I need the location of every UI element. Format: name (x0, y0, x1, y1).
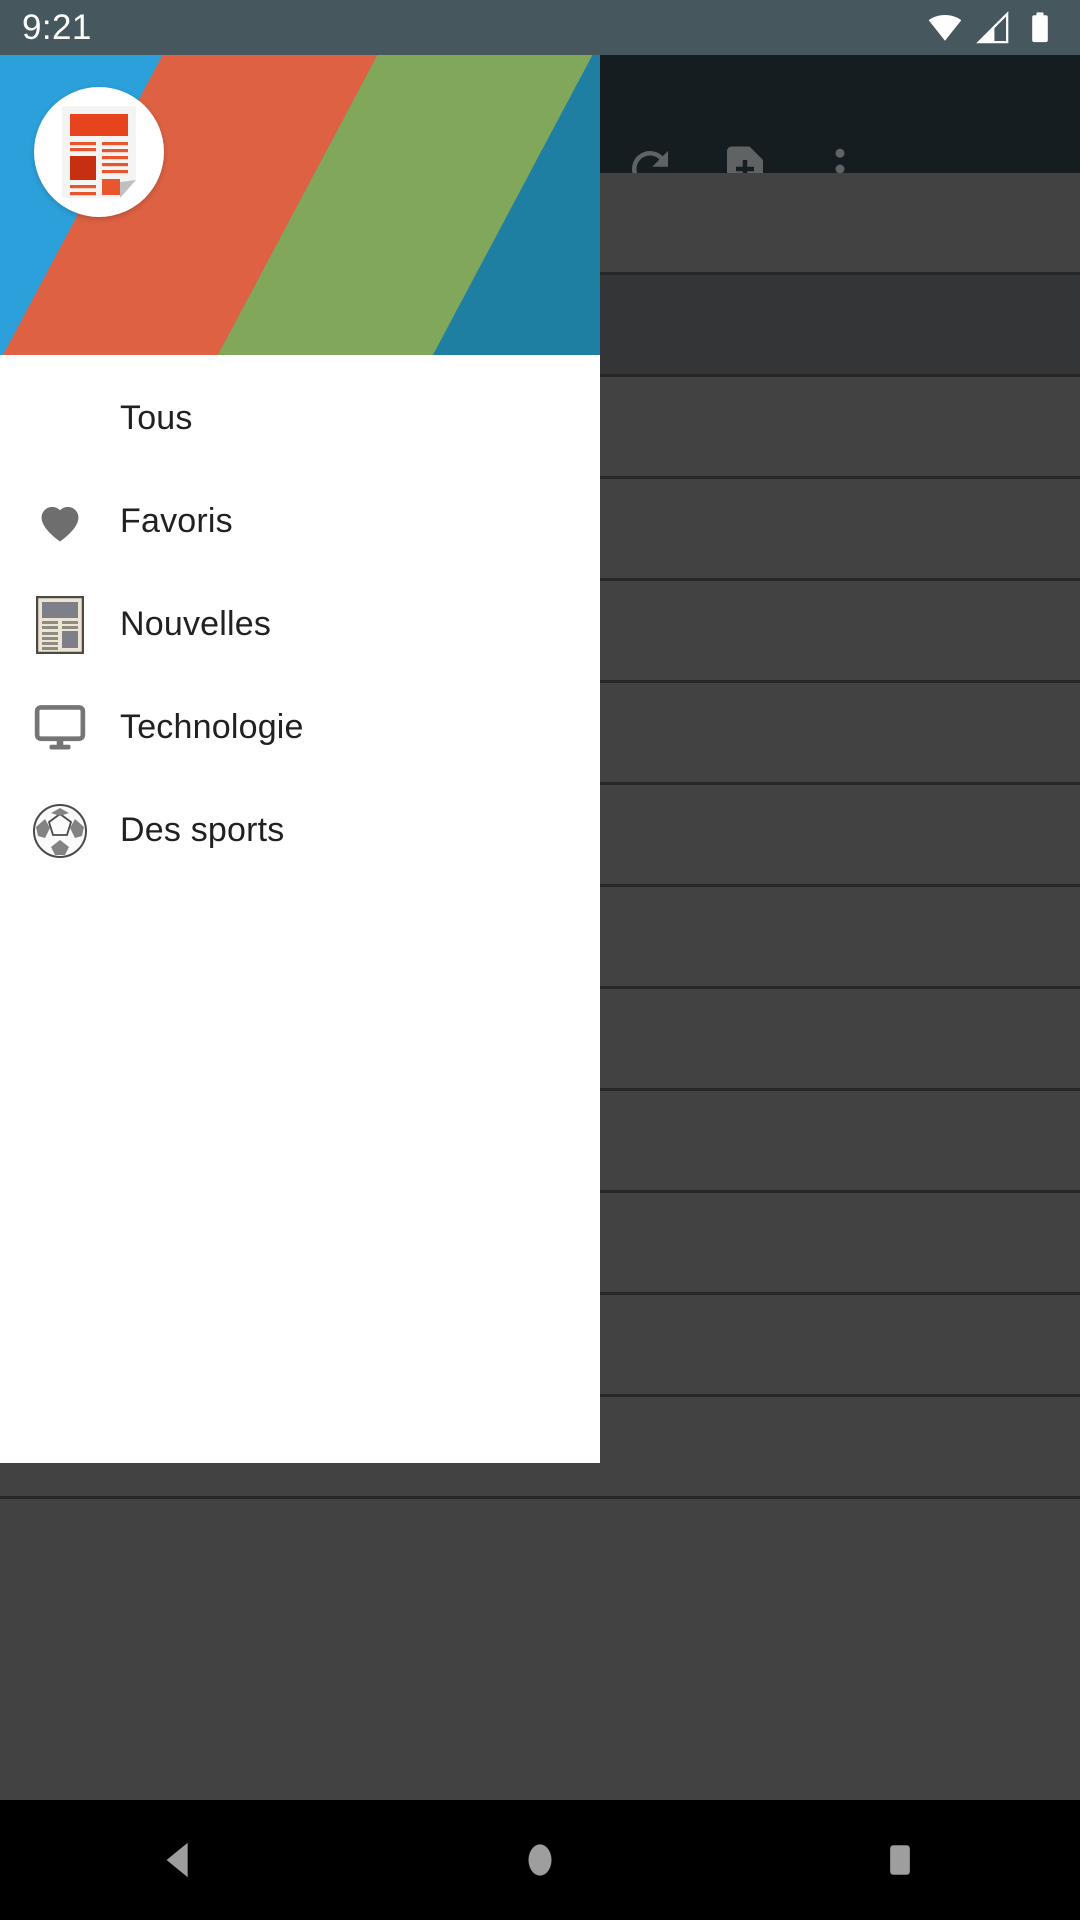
home-circle-icon (528, 1844, 552, 1876)
android-navigation-bar (0, 1800, 1080, 1920)
drawer-item-favoris[interactable]: Favoris (0, 470, 600, 573)
drawer-item-favoris-label: Favoris (120, 502, 233, 540)
android-screen: 9:21 Tous Favoris Nouvelles Technologie … (0, 0, 1080, 1920)
drawer-logo (34, 87, 164, 217)
status-bar-clock: 9:21 (22, 7, 92, 47)
drawer-item-technologie-icon-slot (0, 700, 120, 756)
drawer-item-nouvelles-label: Nouvelles (120, 605, 272, 643)
drawer-item-des-sports[interactable]: Des sports (0, 779, 600, 882)
status-bar: 9:21 (0, 0, 1080, 55)
drawer-item-technologie[interactable]: Technologie (0, 676, 600, 779)
drawer-item-des-sports-icon-slot (0, 803, 120, 859)
drawer-item-nouvelles[interactable]: Nouvelles (0, 573, 600, 676)
cellular-signal-icon (976, 10, 1009, 43)
battery-icon (1032, 11, 1048, 42)
recents-square-icon (890, 1845, 910, 1875)
wifi-icon (928, 14, 962, 41)
newspaper-icon (36, 595, 84, 654)
navigation-drawer: Tous Favoris Nouvelles Technologie Des s… (0, 55, 600, 1463)
monitor-icon (34, 704, 86, 749)
back-triangle-icon (166, 1842, 188, 1878)
drawer-header (0, 55, 600, 355)
drawer-item-tous[interactable]: Tous (0, 367, 600, 470)
newspaper-logo-icon (62, 106, 136, 198)
nav-home-button[interactable] (360, 1800, 720, 1920)
drawer-item-des-sports-label: Des sports (120, 811, 285, 849)
nav-recents-button[interactable] (720, 1800, 1080, 1920)
heart-icon (41, 506, 79, 541)
soccer-ball-icon (33, 803, 87, 858)
drawer-item-technologie-label: Technologie (120, 708, 304, 746)
drawer-item-nouvelles-icon-slot (0, 595, 120, 654)
drawer-menu: Tous Favoris Nouvelles Technologie Des s… (0, 355, 600, 882)
status-bar-icons (928, 10, 1056, 45)
drawer-item-tous-label: Tous (120, 399, 193, 437)
drawer-item-favoris-icon-slot (0, 496, 120, 548)
nav-back-button[interactable] (0, 1800, 360, 1920)
